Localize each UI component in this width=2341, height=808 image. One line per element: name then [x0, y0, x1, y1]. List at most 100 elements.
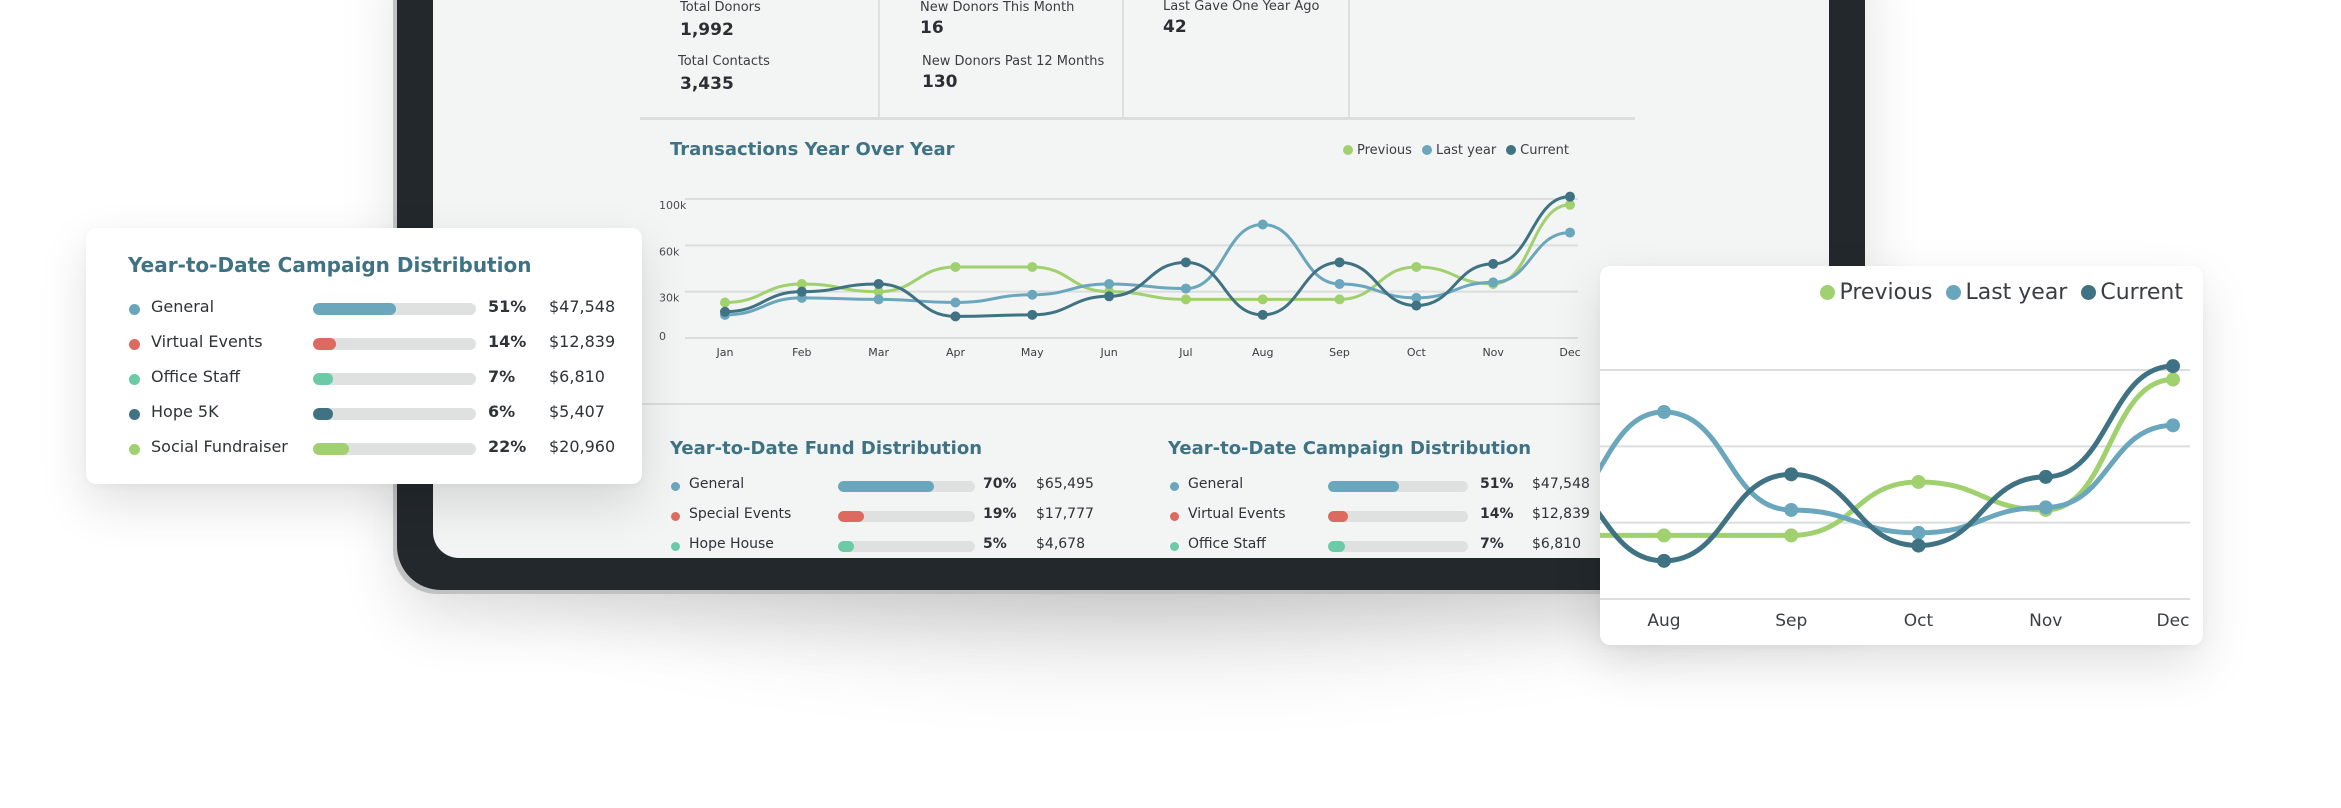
distribution-row[interactable]: General 51% $47,548 — [1170, 476, 1590, 496]
data-point-last_year[interactable] — [1180, 283, 1191, 294]
distribution-row[interactable]: Special Events 19% $17,777 — [671, 506, 1094, 526]
data-point-previous[interactable] — [1411, 261, 1422, 272]
data-point-last_year[interactable] — [1104, 278, 1115, 289]
legend-item-current[interactable]: Current — [1506, 143, 1569, 158]
progress-bar — [313, 373, 476, 385]
amount-value: $6,810 — [549, 367, 605, 386]
x-tick-label: Apr — [946, 346, 966, 359]
distribution-row[interactable]: Virtual Events 14% $12,839 — [129, 332, 629, 356]
data-point-last_year[interactable] — [1565, 227, 1575, 238]
progress-fill — [838, 541, 855, 552]
distribution-row[interactable]: General 70% $65,495 — [671, 476, 1094, 496]
x-tick-label: Jun — [1099, 346, 1117, 359]
legend-item-previous[interactable]: Previous — [1343, 143, 1412, 158]
data-point-current[interactable] — [950, 311, 961, 322]
data-point-last_year[interactable] — [2038, 500, 2053, 515]
data-point-current[interactable] — [1180, 257, 1191, 268]
percent-value: 5% — [983, 536, 1007, 552]
amount-value: $12,839 — [549, 332, 616, 351]
data-point-current[interactable] — [1411, 300, 1422, 311]
percent-value: 7% — [1480, 536, 1504, 552]
x-tick-label: Oct — [1407, 346, 1427, 359]
distribution-row[interactable]: General 51% $47,548 — [129, 297, 629, 321]
progress-fill — [838, 481, 934, 492]
data-point-previous[interactable] — [720, 297, 730, 308]
series-line-last_year — [1600, 409, 2176, 536]
stat-label-new-donors-month: New Donors This Month — [920, 0, 1075, 15]
data-point-last_year[interactable] — [873, 294, 884, 305]
distribution-row[interactable]: Social Fundraiser 22% $20,960 — [129, 437, 629, 461]
category-label: Virtual Events — [1188, 506, 1286, 522]
progress-fill — [313, 338, 336, 350]
data-point-current[interactable] — [1027, 309, 1038, 320]
category-dot-icon — [129, 339, 140, 350]
data-point-previous[interactable] — [2166, 372, 2180, 387]
data-point-current[interactable] — [2166, 359, 2180, 374]
amount-value: $65,495 — [1036, 476, 1094, 492]
data-point-current[interactable] — [1257, 309, 1268, 320]
data-point-previous[interactable] — [1784, 528, 1799, 543]
data-point-last_year[interactable] — [2166, 418, 2180, 433]
distribution-row[interactable]: Virtual Events 14% $12,839 — [1170, 506, 1590, 526]
legend-dot-icon — [1506, 145, 1517, 155]
category-dot-icon — [671, 482, 680, 491]
data-point-previous[interactable] — [950, 261, 961, 272]
data-point-current[interactable] — [1657, 553, 1671, 568]
category-dot-icon — [671, 542, 680, 551]
category-label: Hope 5K — [151, 402, 219, 421]
stats-divider — [1348, 0, 1350, 118]
data-point-current[interactable] — [873, 278, 884, 289]
data-point-last_year[interactable] — [1334, 278, 1345, 289]
data-point-current[interactable] — [1104, 291, 1115, 302]
data-point-last_year[interactable] — [1784, 502, 1799, 517]
category-label: Virtual Events — [151, 332, 263, 351]
percent-value: 22% — [488, 437, 527, 456]
progress-bar — [1328, 511, 1468, 522]
data-point-current[interactable] — [2038, 469, 2053, 484]
data-point-current[interactable] — [796, 286, 807, 297]
data-point-current[interactable] — [1911, 538, 1926, 553]
percent-value: 6% — [488, 402, 516, 421]
stat-label-last-gave: Last Gave One Year Ago — [1163, 0, 1320, 14]
data-point-current[interactable] — [1784, 467, 1799, 482]
data-point-current[interactable] — [720, 306, 730, 317]
x-tick-label: May — [1021, 346, 1044, 359]
data-point-previous[interactable] — [1334, 294, 1345, 305]
distribution-row[interactable]: Hope House 5% $4,678 — [671, 536, 1085, 556]
data-point-last_year[interactable] — [1657, 404, 1671, 419]
distribution-row[interactable]: Office Staff 7% $6,810 — [1170, 536, 1590, 556]
stat-label-total-contacts: Total Contacts — [678, 54, 770, 69]
progress-bar — [838, 511, 975, 522]
category-dot-icon — [129, 304, 140, 315]
progress-fill — [838, 511, 865, 522]
data-point-current[interactable] — [1488, 258, 1499, 269]
data-point-current[interactable] — [1334, 257, 1345, 268]
progress-bar — [1328, 541, 1468, 552]
data-point-last_year[interactable] — [950, 297, 961, 308]
x-tick-label: Nov — [2029, 611, 2062, 631]
data-point-last_year[interactable] — [1257, 219, 1268, 230]
stat-label-new-donors-12m: New Donors Past 12 Months — [922, 54, 1105, 69]
distribution-row[interactable]: Hope 5K 6% $5,407 — [129, 402, 629, 426]
percent-value: 7% — [488, 367, 516, 386]
data-point-previous[interactable] — [1911, 474, 1926, 489]
data-point-current[interactable] — [1565, 191, 1575, 202]
category-dot-icon — [1170, 482, 1179, 491]
data-point-last_year[interactable] — [1911, 525, 1926, 540]
progress-bar — [838, 481, 975, 492]
category-label: General — [1188, 476, 1244, 492]
fund-distribution-title: Year-to-Date Fund Distribution — [670, 438, 983, 459]
category-dot-icon — [129, 444, 140, 455]
stat-value-new-donors-12m: 130 — [922, 72, 958, 92]
data-point-last_year[interactable] — [1027, 289, 1038, 300]
amount-value: $5,407 — [549, 402, 605, 421]
data-point-previous[interactable] — [1180, 294, 1191, 305]
percent-value: 14% — [488, 332, 527, 351]
data-point-previous[interactable] — [1257, 294, 1268, 305]
data-point-previous[interactable] — [1027, 261, 1038, 272]
campaign-distribution-card: Year-to-Date Campaign Distribution Gener… — [86, 228, 642, 484]
distribution-row[interactable]: Office Staff 7% $6,810 — [129, 367, 629, 391]
data-point-previous[interactable] — [1657, 528, 1671, 543]
data-point-last_year[interactable] — [1488, 277, 1499, 288]
legend-item-last-year[interactable]: Last year — [1421, 143, 1496, 158]
